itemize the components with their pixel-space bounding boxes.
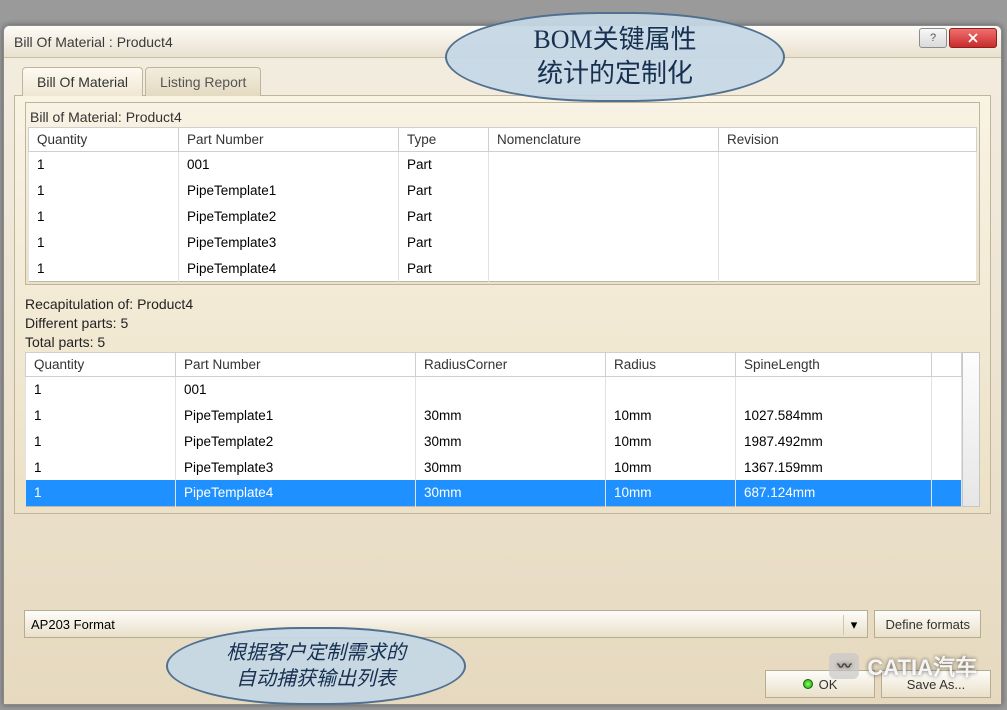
col2-quantity[interactable]: Quantity <box>26 352 176 376</box>
col-type[interactable]: Type <box>399 128 489 152</box>
table-row[interactable]: 1PipeTemplate130mm10mm1027.584mm <box>26 402 962 428</box>
col-revision[interactable]: Revision <box>719 128 977 152</box>
client-area: Bill Of Material Listing Report Bill of … <box>14 66 991 654</box>
table-row[interactable]: 1PipeTemplate230mm10mm1987.492mm <box>26 428 962 454</box>
col-quantity[interactable]: Quantity <box>29 128 179 152</box>
help-button[interactable]: ? <box>919 28 947 48</box>
window-title: Bill Of Material : Product4 <box>14 34 173 50</box>
format-bar: AP203 Format ▾ Define formats <box>24 602 981 646</box>
table-row[interactable]: 1001Part <box>29 152 977 178</box>
table-scrollbar[interactable] <box>962 352 980 507</box>
recap-different: Different parts: 5 <box>25 314 980 333</box>
save-as-button[interactable]: Save As... <box>881 670 991 698</box>
format-combo[interactable]: AP203 Format ▾ <box>24 610 868 638</box>
ok-dot-icon <box>803 679 813 689</box>
ok-button[interactable]: OK <box>765 670 875 698</box>
tab-bill-of-material[interactable]: Bill Of Material <box>22 67 143 96</box>
col2-radius[interactable]: Radius <box>606 352 736 376</box>
col2-blank <box>932 352 962 376</box>
table-row[interactable]: 1PipeTemplate330mm10mm1367.159mm <box>26 454 962 480</box>
col2-spine-length[interactable]: SpineLength <box>736 352 932 376</box>
recap-title: Recapitulation of: Product4 <box>25 295 980 314</box>
recap-header-row: Quantity Part Number RadiusCorner Radius… <box>26 352 962 376</box>
format-combo-value: AP203 Format <box>31 617 115 632</box>
table-row[interactable]: 1PipeTemplate4Part <box>29 256 977 282</box>
bom-table-frame: Bill of Material: Product4 Quantity Part… <box>25 102 980 285</box>
table-row[interactable]: 1001 <box>26 376 962 402</box>
define-formats-button[interactable]: Define formats <box>874 610 981 638</box>
col-nomenclature[interactable]: Nomenclature <box>489 128 719 152</box>
footer-buttons: OK Save As... <box>765 670 991 698</box>
recap-summary: Recapitulation of: Product4 Different pa… <box>25 295 980 352</box>
tab-listing-report[interactable]: Listing Report <box>145 67 261 96</box>
bom-panel: Bill of Material: Product4 Quantity Part… <box>14 95 991 514</box>
close-button[interactable] <box>949 28 997 48</box>
col-part-number[interactable]: Part Number <box>179 128 399 152</box>
bom-section-title: Bill of Material: Product4 <box>30 109 977 125</box>
dialog-window: Bill Of Material : Product4 ? Bill Of Ma… <box>3 25 1002 705</box>
table-row[interactable]: 1PipeTemplate430mm10mm687.124mm <box>26 480 962 506</box>
col2-part-number[interactable]: Part Number <box>176 352 416 376</box>
recap-total: Total parts: 5 <box>25 333 980 352</box>
col2-radius-corner[interactable]: RadiusCorner <box>416 352 606 376</box>
chevron-down-icon: ▾ <box>843 615 863 635</box>
table-row[interactable]: 1PipeTemplate2Part <box>29 204 977 230</box>
window-controls: ? <box>919 28 997 48</box>
callout-bottom: 根据客户定制需求的 自动捕获输出列表 <box>166 627 466 705</box>
table-row[interactable]: 1PipeTemplate1Part <box>29 178 977 204</box>
bom-table: Quantity Part Number Type Nomenclature R… <box>28 127 977 282</box>
bom-header-row: Quantity Part Number Type Nomenclature R… <box>29 128 977 152</box>
recap-table: Quantity Part Number RadiusCorner Radius… <box>25 352 962 507</box>
callout-top: BOM关键属性 统计的定制化 <box>445 12 785 102</box>
close-icon <box>966 33 980 43</box>
table-row[interactable]: 1PipeTemplate3Part <box>29 230 977 256</box>
